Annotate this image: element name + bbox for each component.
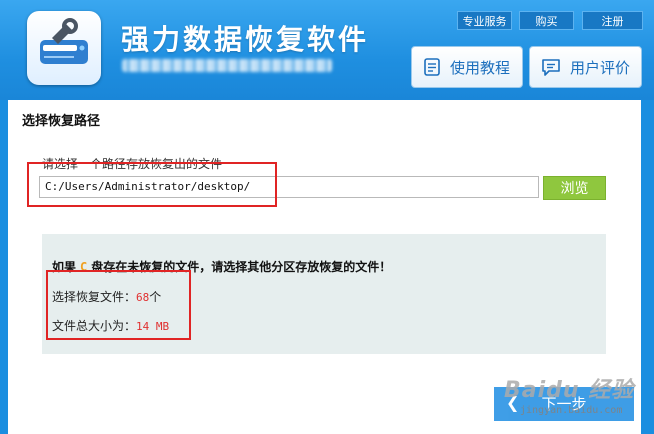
tutorial-button[interactable]: 使用教程 [411,46,523,88]
review-button[interactable]: 用户评价 [529,46,642,88]
service-link[interactable]: 专业服务 [457,11,512,30]
register-link[interactable]: 注册 [582,11,643,30]
highlight-box-info [46,270,191,340]
tutorial-label: 使用教程 [450,58,511,77]
document-icon [424,58,440,76]
buy-link[interactable]: 购买 [519,11,574,30]
watermark-url: jingyan.baidu.com [520,405,623,416]
blurred-subtitle [122,59,332,72]
baidu-watermark: Baidu 经验 [504,378,635,403]
chat-bubble-icon [542,59,560,76]
review-label: 用户评价 [570,58,631,77]
app-header: 强力数据恢复软件 专业服务 购买 注册 使用教程 用户评价 [0,0,654,100]
content-panel: 选择恢复路径 请选择一个路径存放恢复出的文件 C:/Users/Administ… [8,100,641,434]
app-title: 强力数据恢复软件 [121,23,370,56]
browse-button[interactable]: 浏览 [543,176,606,200]
highlight-box-path [27,162,277,207]
hard-drive-wrench-icon [40,18,88,64]
app-logo [27,11,101,85]
section-title: 选择恢复路径 [22,114,101,129]
